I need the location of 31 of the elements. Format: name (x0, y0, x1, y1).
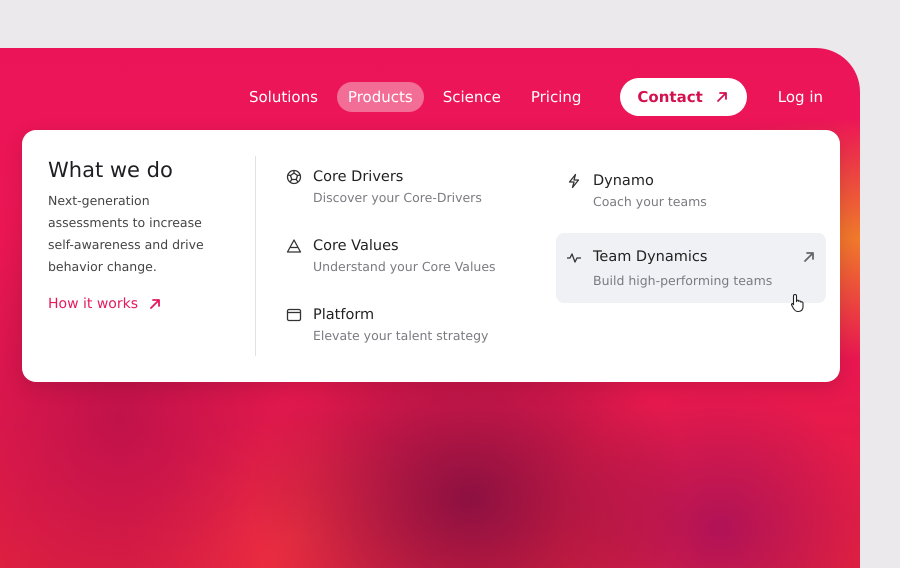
login-link[interactable]: Log in (766, 82, 834, 112)
menu-item[interactable]: Platform Elevate your talent strategy (276, 294, 546, 356)
how-it-works-link[interactable]: How it works (48, 296, 162, 312)
menu-item-subtitle: Build high-performing teams (593, 272, 774, 288)
menu-item-title: Platform (313, 307, 376, 323)
arrow-icon (802, 250, 816, 264)
menu-item-title: Core Values (313, 238, 400, 254)
arrow-icon (714, 90, 729, 104)
menu-item[interactable]: Dynamo Coach your teams (556, 156, 826, 226)
menu-item-title: Core Drivers (313, 169, 404, 185)
dodecahedron-icon (286, 169, 302, 185)
arrow-icon (148, 297, 162, 311)
nav-link[interactable]: Products (336, 82, 424, 112)
menu-item[interactable]: Core Values Understand your Core Values (276, 225, 546, 287)
contact-button[interactable]: Contact (620, 78, 747, 116)
menu-description: Next-generation assessments to increase self-awareness and drive behavior change. (48, 192, 205, 276)
menu-item-title: Dynamo (593, 173, 655, 189)
menu-item-subtitle: Coach your teams (593, 194, 708, 209)
nav-link[interactable]: Science (432, 82, 512, 112)
menu-item-title: Team Dynamics (593, 248, 708, 266)
hand-cursor-icon (790, 293, 806, 313)
nav-link[interactable]: Pricing (520, 82, 592, 112)
menu-heading: What we do (48, 158, 173, 182)
lightning-icon (566, 173, 582, 189)
menu-item-subtitle: Understand your Core Values (313, 259, 497, 274)
triangle-icon (286, 238, 302, 254)
menu-item-subtitle: Elevate your talent strategy (313, 328, 490, 343)
menu-item-subtitle: Discover your Core-Drivers (313, 190, 483, 205)
menu-item[interactable]: Core Drivers Discover your Core-Drivers (276, 156, 546, 218)
window-icon (286, 307, 302, 323)
nav-link[interactable]: Solutions (238, 82, 329, 112)
